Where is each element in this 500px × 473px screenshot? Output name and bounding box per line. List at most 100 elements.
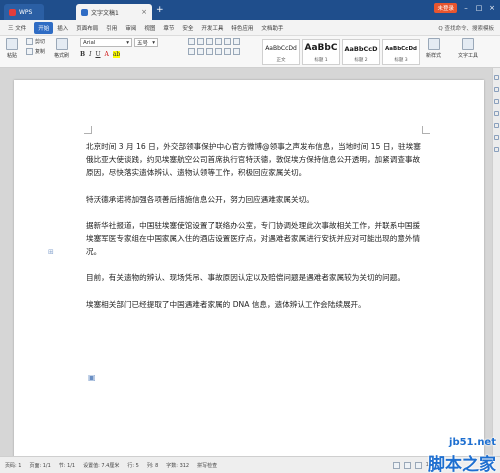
paragraph: 特沃德承诺将加强各项善后措施信息公开，努力回应遇难家属关切。: [86, 194, 314, 204]
style-heading-2-sample: AaBbCcD: [344, 45, 378, 53]
highlight-icon[interactable]: ab: [112, 51, 121, 58]
menu-section[interactable]: 章节: [159, 24, 178, 32]
menu-view[interactable]: 视图: [140, 24, 159, 32]
window-close-icon[interactable]: ×: [488, 4, 496, 12]
ribbon-clipboard-group: 粘贴: [6, 38, 18, 59]
font-name-select[interactable]: Arial ▾: [80, 38, 132, 47]
font-color-icon[interactable]: A: [105, 51, 109, 58]
align-right-icon[interactable]: [206, 48, 213, 55]
document-page[interactable]: 北京时间 3 月 16 日，外交部领事保护中心官方微博@领事之声发布信息，当地时…: [14, 80, 484, 470]
copy-button[interactable]: 复制: [26, 48, 45, 55]
align-center-icon[interactable]: [197, 48, 204, 55]
minimize-icon[interactable]: –: [462, 4, 470, 12]
style-heading-1-sample: AaBbC: [304, 43, 338, 53]
ribbon-paragraph-group: [188, 38, 240, 58]
status-row: 行: 5: [127, 462, 139, 469]
style-normal-sample: AaBbCcDd: [265, 45, 297, 52]
view-print-icon[interactable]: [392, 461, 400, 469]
menu-security[interactable]: 安全: [178, 24, 197, 32]
cut-label: 剪切: [35, 39, 46, 45]
login-button[interactable]: 未登录: [434, 3, 457, 13]
view-outline-icon[interactable]: [414, 461, 422, 469]
font-size-select[interactable]: 五号 ▾: [134, 38, 158, 47]
paragraph-handle-icon[interactable]: ⊞: [48, 248, 54, 256]
style-heading-3[interactable]: AaBbCcDd 标题 3: [382, 39, 420, 65]
justify-icon[interactable]: [215, 48, 222, 55]
paste-options-icon[interactable]: ▣: [88, 373, 96, 382]
spell-check-toggle[interactable]: 拼写检查: [197, 462, 217, 469]
brush-icon: [55, 38, 68, 50]
sort-icon[interactable]: [224, 38, 231, 45]
style-heading-2[interactable]: AaBbCcD 标题 2: [342, 39, 380, 65]
sidebar-shape-icon[interactable]: [494, 111, 499, 116]
new-style-button[interactable]: 新样式: [426, 38, 441, 59]
sidebar-backup-icon[interactable]: [494, 135, 499, 140]
text-tools-button[interactable]: 文字工具: [458, 38, 478, 59]
menu-developer[interactable]: 开发工具: [197, 24, 227, 32]
copy-label: 复制: [35, 49, 46, 55]
tab-wps-label: WPS: [19, 8, 33, 16]
borders-icon[interactable]: [233, 48, 240, 55]
style-heading-3-sample: AaBbCcDd: [385, 46, 417, 52]
indent-increase-icon[interactable]: [215, 38, 222, 45]
menu-start[interactable]: 开始: [34, 21, 54, 34]
ribbon-format-painter-group: 格式刷: [54, 38, 69, 59]
menu-doc-assistant[interactable]: 文档助手: [257, 24, 287, 32]
style-normal[interactable]: AaBbCcDd 正文: [262, 39, 300, 65]
right-sidebar: [492, 68, 500, 456]
paragraph: 目前，有关遗物的辨认、现场凭吊、事故原因认定以及赔偿问题是遇难者家属较为关切的问…: [86, 273, 405, 283]
title-bar: WPS 文字文稿1 × + 未登录 – □ ×: [0, 0, 500, 20]
style-heading-1[interactable]: AaBbC 标题 1: [302, 39, 340, 65]
number-list-icon[interactable]: [197, 38, 204, 45]
paragraph: 北京时间 3 月 16 日，外交部领事保护中心官方微博@领事之声发布信息，当地时…: [86, 142, 421, 178]
menu-page-layout[interactable]: 页面布局: [72, 24, 102, 32]
menu-features[interactable]: 特色应用: [227, 24, 257, 32]
style-heading-1-label: 标题 1: [314, 58, 328, 63]
format-painter-button[interactable]: 格式刷: [54, 38, 69, 59]
tab-document-label: 文字文稿1: [91, 9, 119, 17]
italic-icon[interactable]: I: [89, 51, 91, 58]
cut-button[interactable]: 剪切: [26, 38, 45, 45]
format-painter-label: 格式刷: [54, 53, 70, 59]
indent-decrease-icon[interactable]: [206, 38, 213, 45]
status-word-count[interactable]: 字数: 312: [166, 462, 189, 469]
sidebar-select-icon[interactable]: [494, 99, 499, 104]
title-bar-controls: 未登录 – □ ×: [434, 3, 496, 13]
new-tab-button[interactable]: +: [156, 5, 164, 15]
font-name-value: Arial: [83, 39, 96, 46]
font-size-value: 五号: [137, 40, 149, 47]
tab-document[interactable]: 文字文稿1 ×: [76, 4, 152, 20]
paste-button[interactable]: 粘贴: [6, 38, 18, 59]
chevron-down-icon: ▾: [152, 39, 155, 46]
copy-icon: [26, 48, 33, 55]
menu-insert[interactable]: 插入: [53, 24, 72, 32]
menu-file[interactable]: 三 文件: [4, 24, 30, 32]
margin-corner-marker: [84, 126, 92, 134]
paragraph: 据新华社报道，中国驻埃塞使馆设置了联络办公室，专门协调处理此次事故相关工作，并联…: [86, 220, 421, 257]
style-normal-label: 正文: [276, 58, 286, 63]
document-body[interactable]: 北京时间 3 月 16 日，外交部领事保护中心官方微博@领事之声发布信息，当地时…: [86, 140, 426, 324]
bullet-list-icon[interactable]: [188, 38, 195, 45]
command-search[interactable]: Q 查找命令、搜索模板: [438, 24, 500, 32]
text-tools-icon: [462, 38, 474, 50]
document-workspace: 北京时间 3 月 16 日，外交部领事保护中心官方微博@领事之声发布信息，当地时…: [0, 68, 492, 470]
sidebar-arrow-icon[interactable]: [494, 75, 499, 80]
sidebar-style-icon[interactable]: [494, 87, 499, 92]
line-spacing-icon[interactable]: [224, 48, 231, 55]
paste-icon: [6, 38, 18, 50]
tab-wps-home[interactable]: WPS: [4, 4, 44, 20]
style-heading-2-label: 标题 2: [354, 58, 368, 63]
view-web-icon[interactable]: [403, 461, 411, 469]
show-marks-icon[interactable]: [233, 38, 240, 45]
sidebar-property-icon[interactable]: [494, 123, 499, 128]
maximize-icon[interactable]: □: [475, 4, 483, 12]
underline-icon[interactable]: U: [95, 51, 100, 58]
paragraph: 埃塞相关部门已经提取了中国遇难者家属的 DNA 信息，遗体辨认工作会陆续展开。: [86, 299, 366, 309]
sidebar-help-icon[interactable]: [494, 147, 499, 152]
bold-icon[interactable]: B: [80, 51, 85, 58]
menu-bar: 三 文件 开始 插入 页面布局 引用 审阅 视图 章节 安全 开发工具 特色应用…: [0, 20, 500, 36]
menu-references[interactable]: 引用: [102, 24, 121, 32]
align-left-icon[interactable]: [188, 48, 195, 55]
menu-review[interactable]: 审阅: [121, 24, 140, 32]
close-icon[interactable]: ×: [141, 8, 147, 16]
